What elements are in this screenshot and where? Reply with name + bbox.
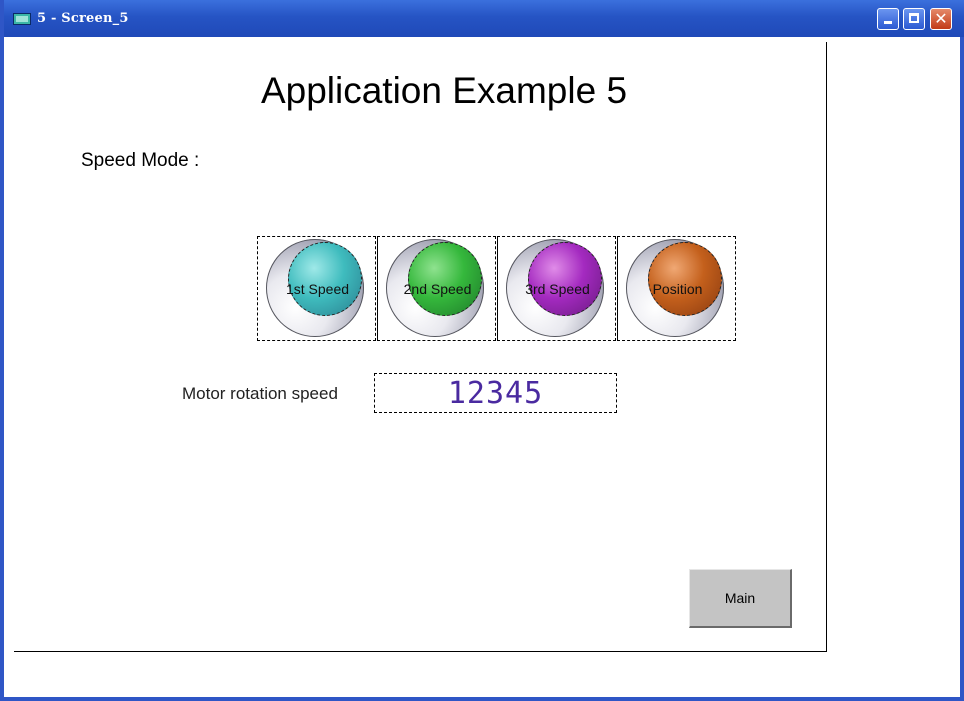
window-title: 5 - Screen_5: [37, 11, 129, 26]
second-speed-label: 2nd Speed: [403, 281, 472, 297]
app-window: 5 - Screen_5 ✕ Application Example 5 Spe…: [0, 0, 964, 701]
third-speed-label: 3rd Speed: [525, 281, 590, 297]
knob-face: [648, 242, 722, 316]
first-speed-label: 1st Speed: [285, 281, 350, 297]
motor-speed-value: 12345: [447, 376, 544, 411]
main-button-label: Main: [724, 590, 756, 606]
maximize-button[interactable]: [903, 8, 925, 30]
second-speed-button[interactable]: 2nd Speed: [377, 236, 496, 341]
close-button[interactable]: ✕: [930, 8, 952, 30]
minimize-icon: [884, 21, 892, 24]
third-speed-button[interactable]: 3rd Speed: [497, 236, 616, 341]
position-label: Position: [652, 281, 703, 297]
title-bar[interactable]: 5 - Screen_5 ✕: [4, 0, 964, 37]
screen-canvas: Application Example 5 Speed Mode : 1st S…: [14, 42, 827, 652]
knob-face: [288, 242, 362, 316]
app-icon: [13, 13, 31, 25]
knob-face: [528, 242, 602, 316]
maximize-icon: [909, 13, 919, 23]
position-button[interactable]: Position: [617, 236, 736, 341]
first-speed-button[interactable]: 1st Speed: [257, 236, 376, 341]
motor-rotation-speed-label: Motor rotation speed: [182, 384, 338, 403]
main-button[interactable]: Main: [689, 569, 792, 628]
close-icon: ✕: [934, 9, 948, 28]
knob-face: [408, 242, 482, 316]
motor-speed-display: 12345: [374, 373, 617, 413]
speed-mode-label: Speed Mode :: [81, 150, 200, 171]
minimize-button[interactable]: [877, 8, 899, 30]
page-title: Application Example 5: [260, 70, 628, 111]
